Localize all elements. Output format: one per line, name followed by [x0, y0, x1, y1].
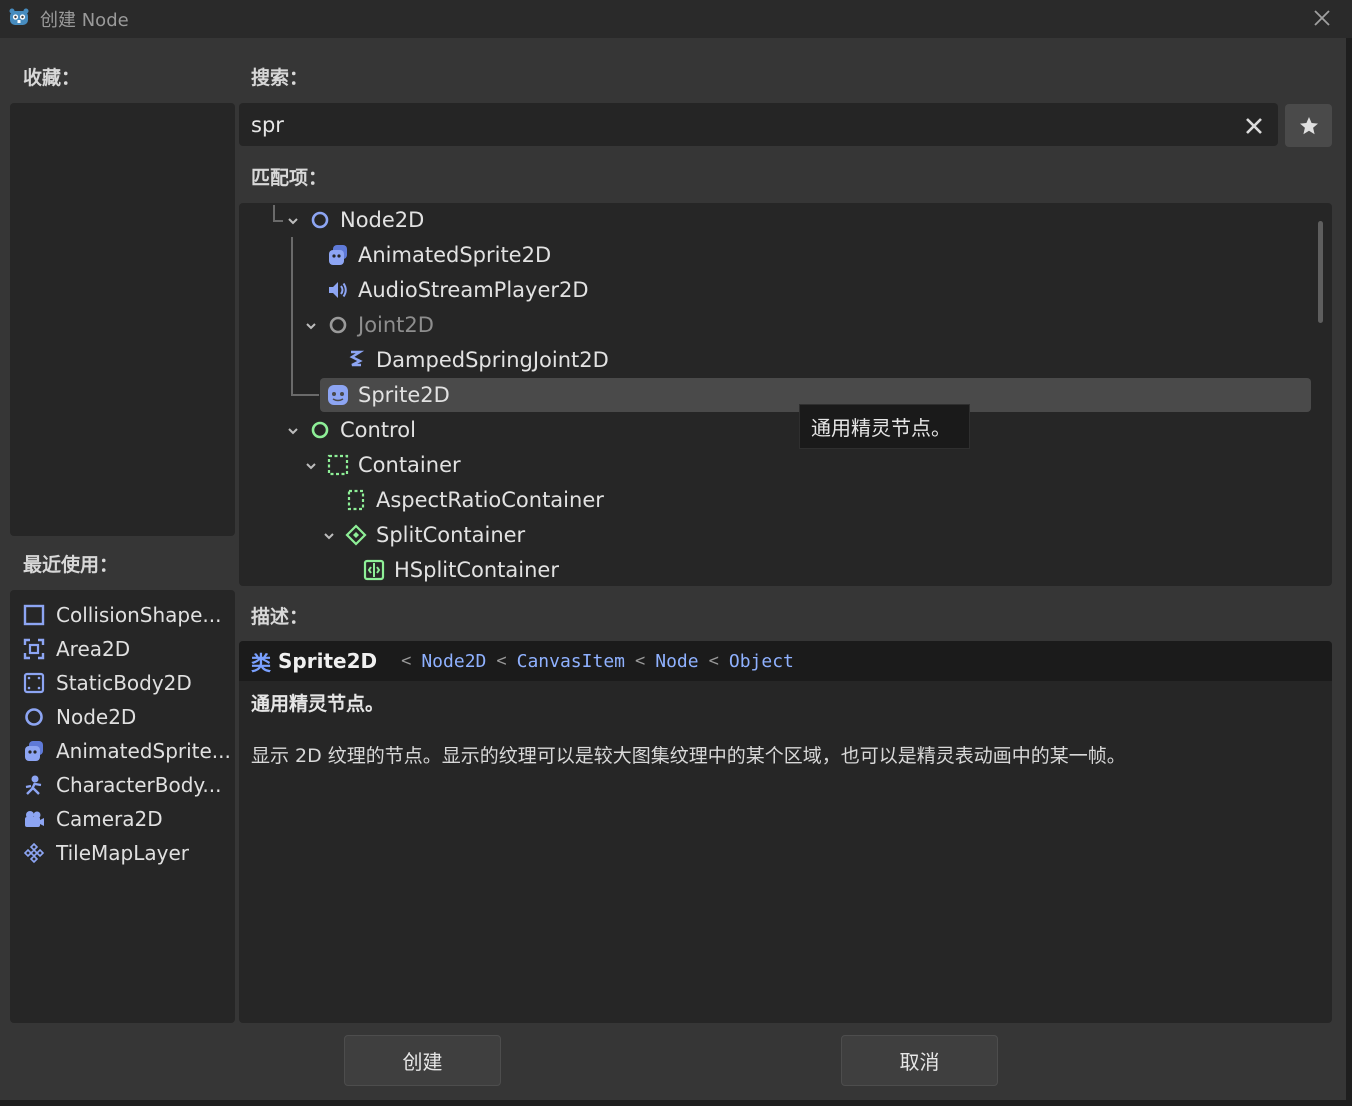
sprite-icon: [327, 384, 349, 406]
long-description: 显示 2D 纹理的节点。显示的纹理可以是较大图集纹理中的某个区域，也可以是精灵表…: [251, 745, 1126, 767]
tree-item-control[interactable]: Control: [309, 413, 416, 447]
tilemap-icon: [22, 841, 46, 865]
favorites-label: 收藏：: [23, 67, 81, 89]
chevron-down-icon[interactable]: [322, 529, 336, 543]
tree-guide: [273, 205, 275, 221]
recent-item-area2d[interactable]: Area2D: [22, 634, 234, 664]
animated-sprite-icon: [22, 739, 46, 763]
recent-label: 最近使用：: [23, 554, 119, 576]
aspect-ratio-container-icon: [345, 489, 367, 511]
search-box: [239, 103, 1278, 146]
recent-item-collisionshape[interactable]: CollisionShape...: [22, 600, 234, 630]
inherit-link-node[interactable]: Node: [655, 651, 698, 672]
node2d-icon: [22, 705, 46, 729]
split-container-icon: [345, 524, 367, 546]
tree-scrollbar[interactable]: [1318, 221, 1323, 323]
class-inheritance-header: 类 Sprite2D < Node2D < CanvasItem < Node …: [239, 641, 1332, 681]
tree-item-splitcontainer[interactable]: SplitContainer: [345, 518, 525, 552]
create-button[interactable]: 创建: [344, 1035, 501, 1086]
joint-node-icon: [327, 314, 349, 336]
recent-list[interactable]: CollisionShape... Area2D StaticBody2D No…: [10, 590, 235, 1023]
chevron-down-icon[interactable]: [304, 319, 318, 333]
tree-guide: [273, 220, 283, 222]
inheritance-separator: <: [496, 651, 507, 671]
cancel-button[interactable]: 取消: [841, 1035, 998, 1086]
spring-icon: [345, 349, 367, 371]
recent-item-animatedsprite[interactable]: AnimatedSprite...: [22, 736, 234, 766]
recent-item-camera2d[interactable]: Camera2D: [22, 804, 234, 834]
static-body-icon: [22, 671, 46, 695]
matches-label: 匹配项：: [251, 167, 328, 189]
chevron-down-icon[interactable]: [304, 459, 318, 473]
inheritance-separator: <: [401, 651, 412, 671]
control-icon: [309, 419, 331, 441]
search-input[interactable]: [251, 109, 1231, 141]
description-panel: 类 Sprite2D < Node2D < CanvasItem < Node …: [239, 641, 1332, 1023]
camera-icon: [22, 807, 46, 831]
area2d-icon: [22, 637, 46, 661]
tree-item-joint2d[interactable]: Joint2D: [327, 308, 434, 342]
tree-item-node2d[interactable]: Node2D: [309, 203, 424, 237]
tooltip: 通用精灵节点。: [799, 404, 970, 449]
tree-item-sprite2d[interactable]: Sprite2D: [327, 378, 450, 412]
animated-sprite-icon: [327, 244, 349, 266]
collision-shape-icon: [22, 603, 46, 627]
hsplit-container-icon: [363, 559, 385, 581]
speaker-icon: [327, 279, 349, 301]
title-bar: 创建 Node: [0, 0, 1352, 38]
chevron-down-icon[interactable]: [286, 214, 300, 228]
inheritance-separator: <: [708, 651, 719, 671]
recent-item-characterbody[interactable]: CharacterBody...: [22, 770, 234, 800]
favorite-toggle-button[interactable]: [1285, 104, 1332, 147]
window-title: 创建 Node: [40, 10, 129, 31]
create-node-dialog: 创建 Node 收藏： 最近使用： CollisionShape... Area…: [0, 0, 1352, 1106]
search-label: 搜索：: [251, 67, 309, 89]
recent-item-tilemaplayer[interactable]: TileMapLayer: [22, 838, 234, 868]
character-body-icon: [22, 773, 46, 797]
brief-description: 通用精灵节点。: [251, 693, 385, 715]
class-name: Sprite2D: [278, 649, 378, 673]
inherit-link-object[interactable]: Object: [729, 651, 794, 672]
container-icon: [327, 454, 349, 476]
class-keyword: 类: [251, 650, 271, 675]
window-border: [0, 1100, 1352, 1106]
favorites-list[interactable]: [10, 103, 235, 536]
tree-item-animatedsprite2d[interactable]: AnimatedSprite2D: [327, 238, 551, 272]
chevron-down-icon[interactable]: [286, 424, 300, 438]
tree-item-audiostreamplayer2d[interactable]: AudioStreamPlayer2D: [327, 273, 589, 307]
tree-item-aspectratiocontainer[interactable]: AspectRatioContainer: [345, 483, 604, 517]
close-icon[interactable]: [1308, 4, 1336, 32]
recent-item-node2d[interactable]: Node2D: [22, 702, 234, 732]
inherit-link-node2d[interactable]: Node2D: [421, 651, 486, 672]
tree-guide: [291, 394, 319, 396]
godot-logo-icon: [9, 8, 29, 25]
description-label: 描述：: [251, 606, 309, 628]
star-icon: [1299, 116, 1318, 134]
clear-search-icon[interactable]: [1240, 112, 1268, 140]
tree-item-dampedspringjoint2d[interactable]: DampedSpringJoint2D: [345, 343, 609, 377]
inherit-link-canvasitem[interactable]: CanvasItem: [517, 651, 625, 672]
matches-tree[interactable]: Node2D AnimatedSprite2D AudioStreamPlaye…: [239, 203, 1332, 586]
node2d-icon: [309, 209, 331, 231]
recent-item-staticbody2d[interactable]: StaticBody2D: [22, 668, 234, 698]
tree-item-container[interactable]: Container: [327, 448, 461, 482]
inheritance-separator: <: [635, 651, 646, 671]
window-border: [1346, 38, 1352, 1106]
tree-item-hsplitcontainer[interactable]: HSplitContainer: [363, 553, 559, 586]
tree-guide: [291, 237, 293, 395]
